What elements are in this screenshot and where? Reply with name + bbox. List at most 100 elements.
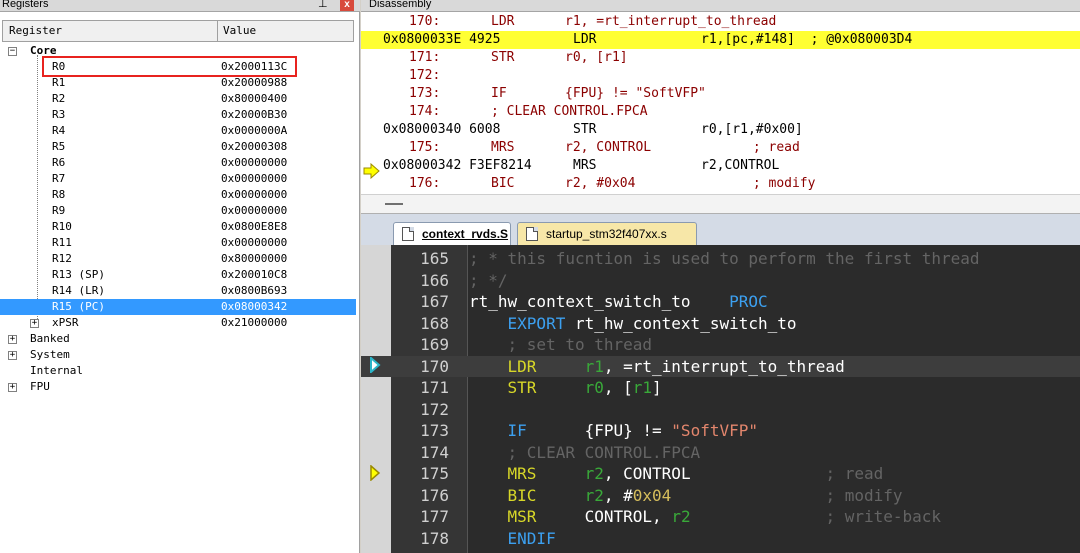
register-row-r4[interactable]: R4 0x0000000A xyxy=(0,123,356,139)
scrollbar-thumb[interactable] xyxy=(385,203,403,205)
source-line[interactable]: 172: xyxy=(361,67,1080,85)
disassembly-instruction-line[interactable]: 0x08000340 6008 STR r0,[r1,#0x00] xyxy=(361,121,1080,139)
code-line[interactable]: 172 xyxy=(361,399,1080,421)
source-line[interactable]: 176: BIC r2, #0x04 ; modify xyxy=(361,175,1080,193)
source-line[interactable]: 173: IF {FPU} != "SoftVFP" xyxy=(361,85,1080,103)
code-line[interactable]: 168 EXPORT rt_hw_context_switch_to xyxy=(361,313,1080,335)
editor-tab-bar: context_rvds.S startup_stm32f407xx.s xyxy=(361,213,1080,246)
disassembly-instruction-line[interactable]: 0x08000342 F3EF8214 MRS r2,CONTROL xyxy=(361,157,1080,175)
disasm-addr: 0x08000342 F3EF8214 xyxy=(383,158,532,173)
code-text: LDR r1, =rt_interrupt_to_thread xyxy=(469,356,845,378)
code-line[interactable]: 166 ; */ xyxy=(361,270,1080,292)
source-line[interactable]: 170: LDR r1, =rt_interrupt_to_thread xyxy=(361,13,1080,31)
expand-toggle-icon[interactable]: + xyxy=(30,319,39,328)
register-name: R15 (PC) xyxy=(52,299,105,315)
register-name: R3 xyxy=(52,108,66,121)
code-token: , =rt_interrupt_to_thread xyxy=(603,356,845,376)
disassembly-listing[interactable]: 170: LDR r1, =rt_interrupt_to_thread 0x0800… xyxy=(361,13,1080,193)
register-name: R4 xyxy=(52,124,66,137)
register-row-r2[interactable]: R2 0x80000400 xyxy=(0,91,356,107)
register-name: R12 xyxy=(52,252,72,265)
code-token: , # xyxy=(603,485,633,505)
register-row-r7[interactable]: R7 0x00000000 xyxy=(0,171,356,187)
tree-node-banked[interactable]: Banked xyxy=(0,331,356,347)
disasm-op: BIC xyxy=(491,176,515,191)
disasm-args: r2, #0x04 ; modify xyxy=(565,176,816,191)
register-row-r1[interactable]: R1 0x20000988 xyxy=(0,75,356,91)
expand-toggle-icon[interactable]: + xyxy=(8,351,17,360)
disasm-args: r0, [r1] xyxy=(565,50,628,65)
register-row-r10[interactable]: R10 0x0800E8E8 xyxy=(0,219,356,235)
disasm-op: STR xyxy=(573,122,597,137)
expand-toggle-icon[interactable]: + xyxy=(8,383,17,392)
disasm-op: ; CLEAR CONTROL.FPCA xyxy=(491,104,648,119)
register-value: 0x200010C8 xyxy=(221,268,288,281)
register-row-r15[interactable]: R15 (PC) 0x08000342 xyxy=(0,299,356,315)
register-value: 0x21000000 xyxy=(221,316,288,329)
code-text: BIC r2, #0x04 ; modify xyxy=(469,485,903,507)
register-value: 0x00000000 xyxy=(221,236,288,249)
register-row-r8[interactable]: R8 0x00000000 xyxy=(0,187,356,203)
register-row-r14[interactable]: R14 (LR) 0x0800B693 xyxy=(0,283,356,299)
register-row-xpsr[interactable]: xPSR 0x21000000 xyxy=(0,315,356,331)
register-name: R10 xyxy=(52,220,72,233)
code-line[interactable]: 170 LDR r1, =rt_interrupt_to_thread xyxy=(361,355,1080,378)
code-line[interactable]: 167 rt_hw_context_switch_to PROC xyxy=(361,291,1080,313)
register-row-r12[interactable]: R12 0x80000000 xyxy=(0,251,356,267)
register-row-r9[interactable]: R9 0x00000000 xyxy=(0,203,356,219)
expand-toggle-icon[interactable]: − xyxy=(8,47,17,56)
disassembly-horizontal-scrollbar[interactable] xyxy=(361,194,1080,213)
register-row-r11[interactable]: R11 0x00000000 xyxy=(0,235,356,251)
tab-context-rvds[interactable]: context_rvds.S xyxy=(393,222,511,246)
line-number: 170 xyxy=(420,356,449,376)
line-number: 165 xyxy=(420,249,449,268)
register-value: 0x00000000 xyxy=(221,204,288,217)
source-line[interactable]: 171: STR r0, [r1] xyxy=(361,49,1080,67)
tree-node-internal[interactable]: Internal xyxy=(0,363,356,379)
register-row-r13[interactable]: R13 (SP) 0x200010C8 xyxy=(0,267,356,283)
code-token: r2 xyxy=(584,464,604,483)
code-line[interactable]: 171 STR r0, [r1] xyxy=(361,377,1080,399)
code-line[interactable]: 176 BIC r2, #0x04 ; modify xyxy=(361,485,1080,507)
code-line[interactable]: 169 ; set to thread xyxy=(361,334,1080,356)
code-text: IF {FPU} != "SoftVFP" xyxy=(469,420,758,442)
tree-node-system[interactable]: System xyxy=(0,347,356,363)
document-icon xyxy=(402,227,414,241)
code-token: rt_hw_context_switch_to xyxy=(565,313,797,333)
expand-toggle-icon[interactable]: + xyxy=(8,335,17,344)
disasm-args: r2, CONTROL ; read xyxy=(565,140,800,155)
code-token: PROC xyxy=(729,292,768,311)
register-row-r3[interactable]: R3 0x20000B30 xyxy=(0,107,356,123)
line-number: 177 xyxy=(420,507,449,526)
disassembly-instruction-line[interactable]: 0x0800033E 4925 LDR r1,[pc,#148] ; @0x0800… xyxy=(361,31,1080,49)
close-icon[interactable]: x xyxy=(340,0,354,11)
column-header-register[interactable]: Register xyxy=(9,21,62,41)
code-line[interactable]: 175 MRS r2, CONTROL ; read xyxy=(361,463,1080,485)
tab-label: context_rvds.S xyxy=(422,227,509,241)
column-divider[interactable] xyxy=(217,21,218,41)
tab-startup-stm32f407xx[interactable]: startup_stm32f407xx.s xyxy=(517,222,697,246)
code-line[interactable]: 177 MSR CONTROL, r2 ; write-back xyxy=(361,506,1080,528)
code-line[interactable]: 178 ENDIF xyxy=(361,528,1080,550)
tree-node-fpu[interactable]: FPU xyxy=(0,379,356,395)
line-number: 172 xyxy=(420,399,449,419)
document-icon xyxy=(526,227,538,241)
source-line[interactable]: 175: MRS r2, CONTROL ; read xyxy=(361,139,1080,157)
register-row-r5[interactable]: R5 0x20000308 xyxy=(0,139,356,155)
column-header-value[interactable]: Value xyxy=(223,21,256,41)
code-line[interactable]: 173 IF {FPU} != "SoftVFP" xyxy=(361,420,1080,442)
code-line[interactable]: 174 ; CLEAR CONTROL.FPCA xyxy=(361,442,1080,464)
code-line[interactable]: 165 ; * this fucntion is used to perform … xyxy=(361,248,1080,270)
code-editor[interactable]: 165 ; * this fucntion is used to perform … xyxy=(361,245,1080,553)
code-token: r1 xyxy=(632,378,653,397)
source-line[interactable]: 174: ; CLEAR CONTROL.FPCA xyxy=(361,103,1080,121)
code-token: IF xyxy=(507,421,527,440)
register-row-r6[interactable]: R6 0x00000000 xyxy=(0,155,356,171)
pin-icon[interactable]: ⊥ xyxy=(318,0,328,10)
disasm-args: r0,[r1,#0x00] xyxy=(701,122,803,137)
disasm-op: IF xyxy=(491,86,507,101)
line-number: 176 xyxy=(420,485,449,505)
